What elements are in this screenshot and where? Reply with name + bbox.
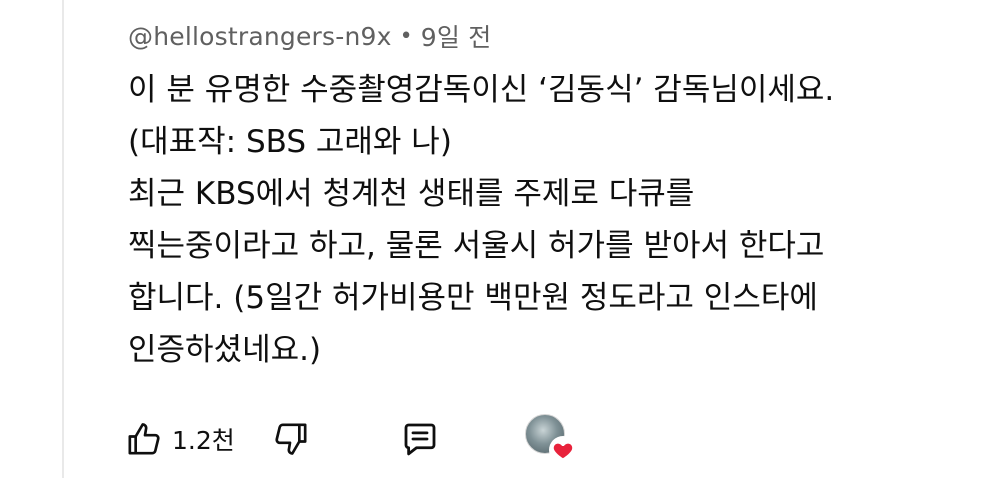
thumbs-up-icon [128,423,160,455]
thumbs-down-icon [275,423,307,455]
author-handle[interactable]: @hellostrangers-n9x [128,22,392,51]
comment-line: (대표작: SBS 고래와 나) [128,124,452,160]
separator-dot: • [399,23,413,49]
comment-body: 이 분 유명한 수중촬영감독이신 ‘김동식’ 감독님이세요. (대표작: SBS… [128,64,978,376]
heart-badge [548,436,577,464]
heart-icon [553,443,573,459]
like-count: 1.2천 [172,426,235,455]
comment-actions: 1.2천 [124,414,577,464]
thread-line [62,0,64,478]
creator-heart [524,414,577,464]
comment-line: 찍는중이라고 하고, 물론 서울시 허가를 받아서 한다고 [128,228,825,264]
like-button[interactable] [124,419,164,459]
comment-header: @hellostrangers-n9x • 9일 전 [128,18,491,54]
reply-button[interactable] [399,418,441,460]
comment-line: 이 분 유명한 수중촬영감독이신 ‘김동식’ 감독님이세요. [128,72,835,108]
comment-line: 합니다. (5일간 허가비용만 백만원 정도라고 인스타에 [128,280,818,316]
reply-comment-icon [404,423,436,456]
comment-time[interactable]: 9일 전 [421,18,492,54]
comment-container: @hellostrangers-n9x • 9일 전 이 분 유명한 수중촬영감… [0,0,1000,478]
dislike-button[interactable] [271,419,311,459]
comment-line: 최근 KBS에서 청계천 생태를 주제로 다큐를 [128,176,695,212]
comment-line: 인증하셨네요.) [128,332,322,368]
